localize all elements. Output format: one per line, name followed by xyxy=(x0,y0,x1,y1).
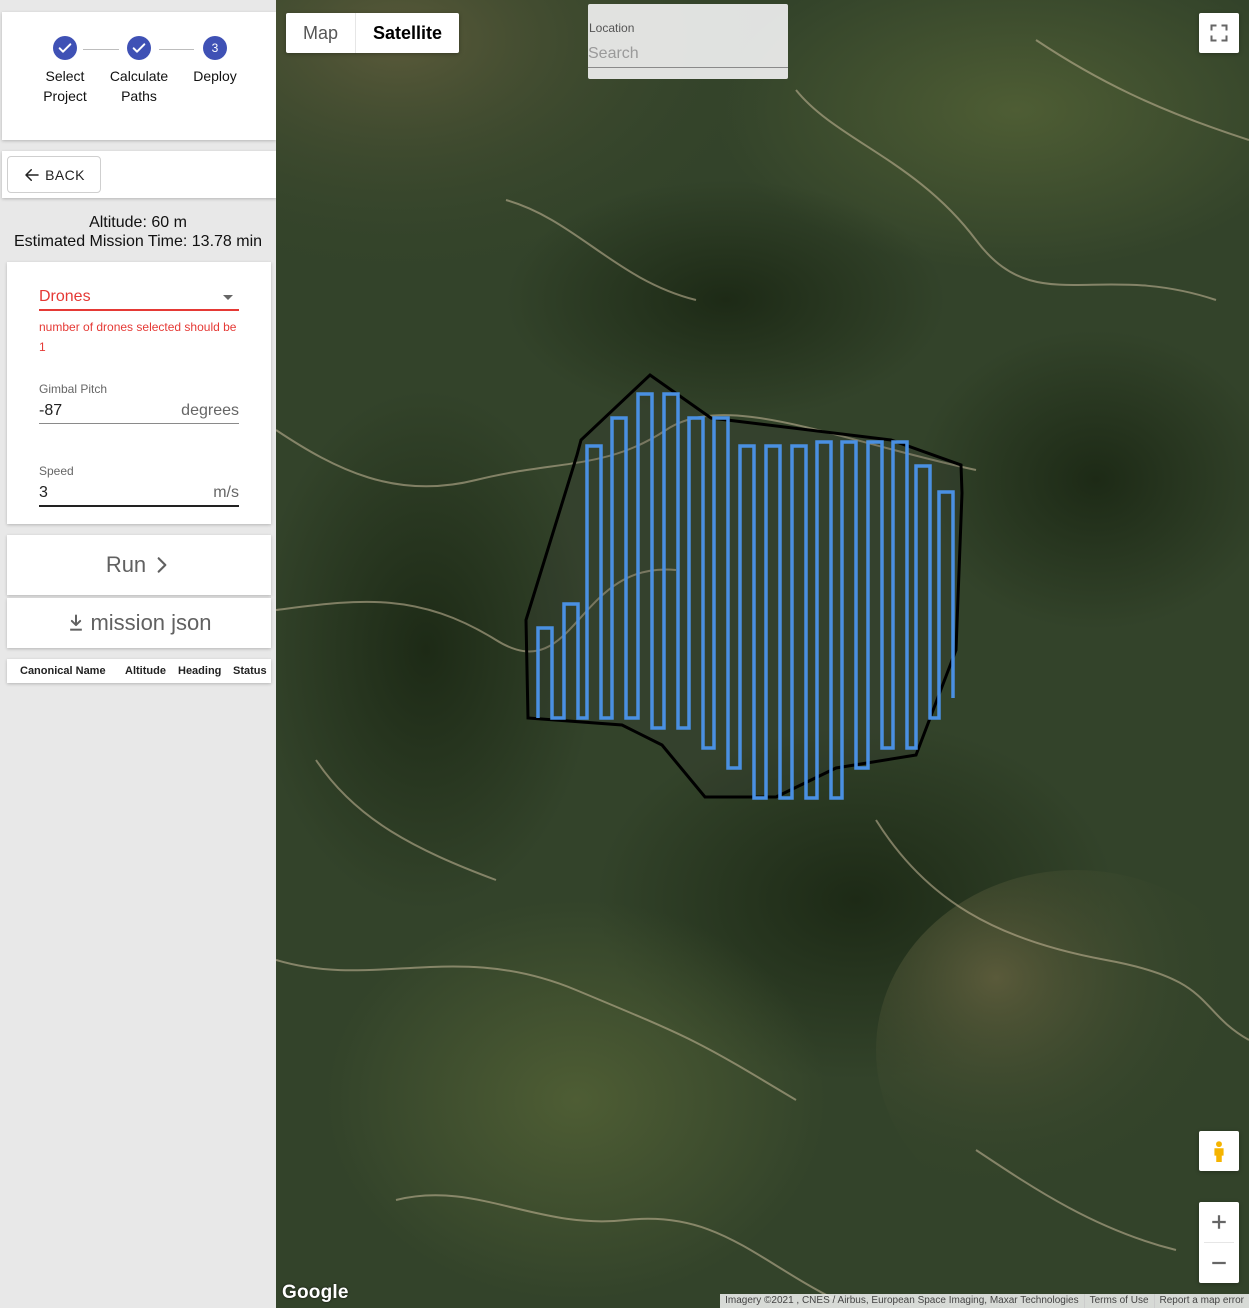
back-button[interactable]: BACK xyxy=(7,156,101,193)
step-deploy: 3 Deploy xyxy=(177,36,253,86)
drones-field: Drones number of drones selected should … xyxy=(39,288,239,357)
step-label: Calculate Paths xyxy=(109,68,169,104)
dropdown-arrow-icon xyxy=(223,294,233,300)
back-label: BACK xyxy=(45,166,85,183)
google-logo: Google xyxy=(282,1282,349,1303)
drone-status-table-header: Canonical Name Altitude Heading Status xyxy=(7,659,271,683)
run-button[interactable]: Run xyxy=(7,535,271,595)
sidebar: Select Project Calculate Paths 3 Deploy … xyxy=(0,0,276,1308)
gimbal-pitch-value: -87 xyxy=(39,402,63,419)
imagery-credit: Imagery ©2021 , CNES / Airbus, European … xyxy=(725,1295,1079,1306)
zoom-out-button[interactable] xyxy=(1199,1243,1239,1283)
step-label: Deploy xyxy=(193,68,237,84)
gimbal-pitch-unit: degrees xyxy=(181,402,239,419)
street-view-pegman-button[interactable] xyxy=(1199,1131,1239,1171)
speed-label: Speed xyxy=(39,464,74,478)
download-icon xyxy=(70,614,83,631)
drones-select-label: Drones xyxy=(39,288,91,305)
pegman-icon xyxy=(1214,1141,1224,1162)
zoom-in-button[interactable] xyxy=(1199,1202,1239,1242)
speed-value: 3 xyxy=(39,484,48,501)
survey-boundary xyxy=(524,373,964,799)
mission-info: Altitude: 60 m Estimated Mission Time: 1… xyxy=(0,213,276,251)
map-type-map-button[interactable]: Map xyxy=(286,13,357,53)
back-bar: BACK xyxy=(2,151,276,198)
terms-of-use-link[interactable]: Terms of Use xyxy=(1083,1294,1154,1308)
step-number: 3 xyxy=(203,36,227,60)
zoom-control xyxy=(1199,1202,1239,1283)
stepper: Select Project Calculate Paths 3 Deploy xyxy=(2,12,276,140)
speed-field: Speed 3 m/s xyxy=(39,464,239,507)
location-search-input[interactable] xyxy=(588,40,788,68)
column-header-altitude: Altitude xyxy=(125,665,166,677)
map-type-control: Map Satellite xyxy=(286,13,460,53)
minus-icon xyxy=(1212,1261,1226,1265)
gimbal-pitch-label: Gimbal Pitch xyxy=(39,382,108,396)
fullscreen-button[interactable] xyxy=(1199,13,1239,53)
step-calculate-paths: Calculate Paths xyxy=(101,36,177,106)
step-label: Select Project xyxy=(43,68,87,104)
fullscreen-icon xyxy=(1210,24,1228,42)
step-complete-check-icon xyxy=(53,36,77,60)
mission-settings-form: Drones number of drones selected should … xyxy=(7,262,271,524)
mission-time-text: Estimated Mission Time: 13.78 min xyxy=(13,233,263,250)
altitude-text: Altitude: 60 m xyxy=(89,214,187,231)
mission-json-label: mission json xyxy=(90,610,212,635)
map-attribution: Imagery ©2021 , CNES / Airbus, European … xyxy=(720,1294,1249,1308)
mission-overlay xyxy=(524,373,964,800)
column-header-heading: Heading xyxy=(178,665,222,677)
speed-input[interactable]: 3 m/s xyxy=(39,484,239,507)
gimbal-pitch-input[interactable]: -87 degrees xyxy=(39,402,239,424)
location-search: Location xyxy=(588,4,788,79)
map-type-satellite-button[interactable]: Satellite xyxy=(356,13,459,53)
report-map-error-link[interactable]: Report a map error xyxy=(1153,1294,1249,1308)
chevron-right-icon xyxy=(157,557,167,573)
gimbal-pitch-field: Gimbal Pitch -87 degrees xyxy=(39,382,239,424)
arrow-left-icon xyxy=(25,168,39,181)
location-label: Location xyxy=(589,21,635,35)
drones-select[interactable]: Drones xyxy=(39,288,239,311)
run-label: Run xyxy=(105,552,147,577)
plus-icon xyxy=(1212,1215,1226,1229)
map-view[interactable]: Map Satellite Location Google Imagery ©2… xyxy=(276,0,1249,1308)
column-header-status: Status xyxy=(233,665,267,677)
step-complete-check-icon xyxy=(127,36,151,60)
step-select-project: Select Project xyxy=(27,36,103,106)
download-mission-json-button[interactable]: mission json xyxy=(7,598,271,648)
column-header-canonical-name: Canonical Name xyxy=(20,665,106,677)
drones-error-text: number of drones selected should be 1 xyxy=(39,320,237,354)
speed-unit: m/s xyxy=(213,484,239,501)
